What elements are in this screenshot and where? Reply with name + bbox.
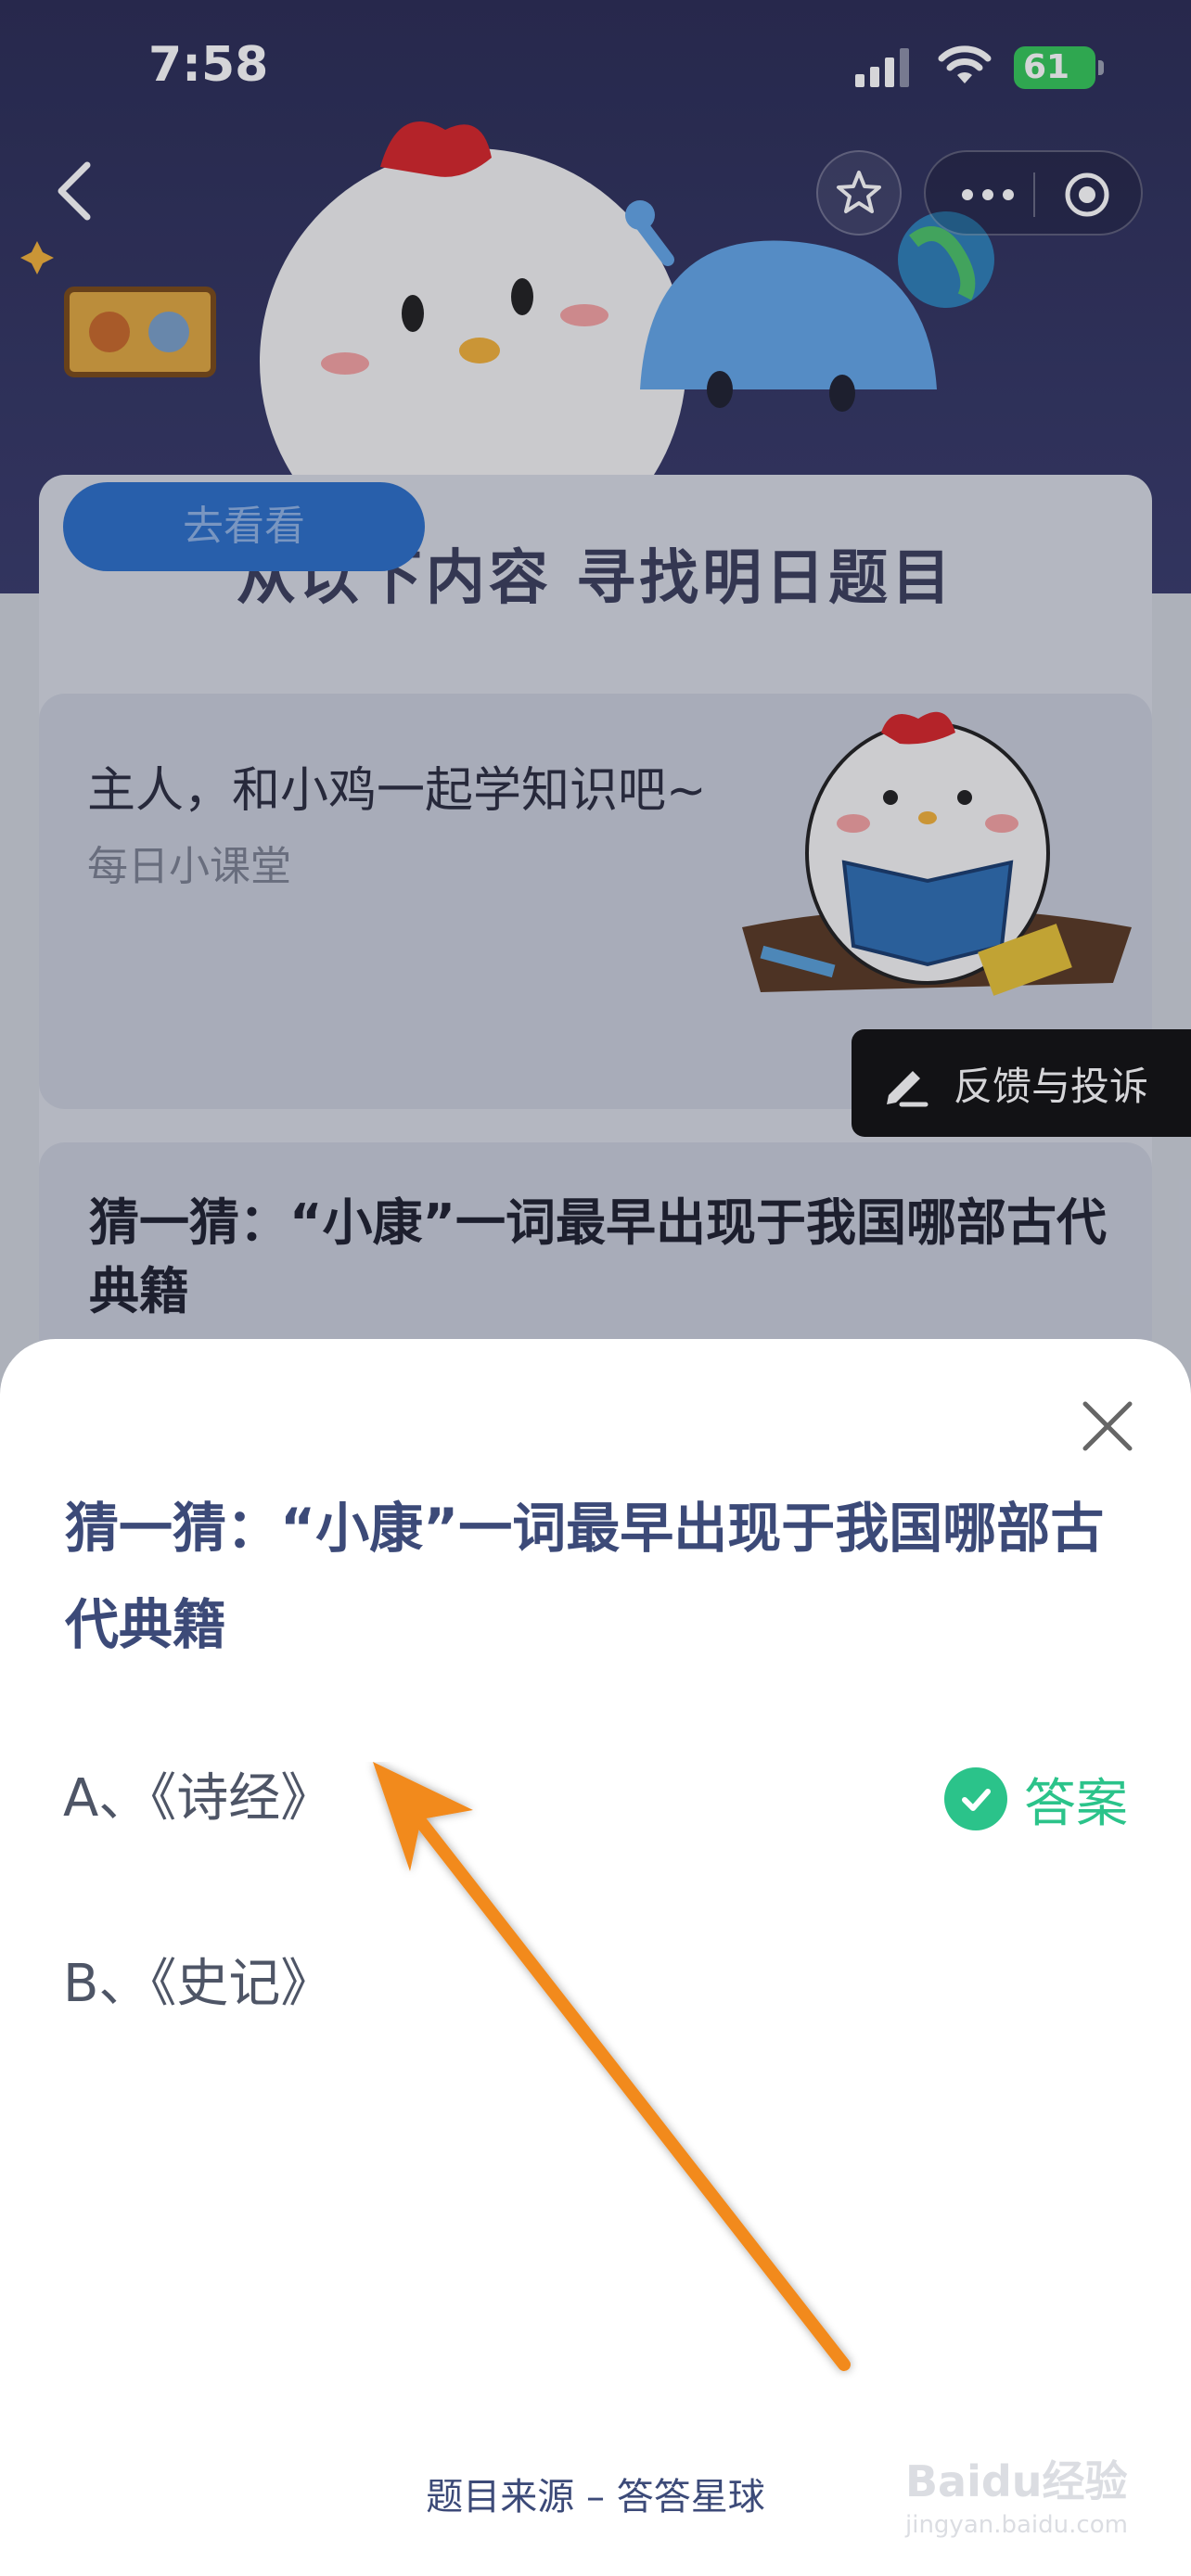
page: 7:58 61 从以下内容 寻找明日题目 主人，和小鸡一起学知识吧~ 每日小课堂… (0, 0, 1191, 2576)
answer-badge: 答案 (944, 1743, 1128, 1855)
baidu-watermark: Baidu经验 jingyan.baidu.com (905, 2448, 1156, 2559)
answer-label: 答案 (1024, 1773, 1128, 1834)
watermark-url: jingyan.baidu.com (905, 2511, 1128, 2539)
watermark-brand: Baidu经验 (905, 2456, 1128, 2506)
close-icon[interactable] (1076, 1395, 1139, 1458)
annotation-arrow-icon (373, 1762, 851, 2371)
question-text: 猜一猜：“小康”一词最早出现于我国哪部古代典籍 (65, 1497, 1105, 1656)
check-circle-icon (944, 1767, 1007, 1830)
